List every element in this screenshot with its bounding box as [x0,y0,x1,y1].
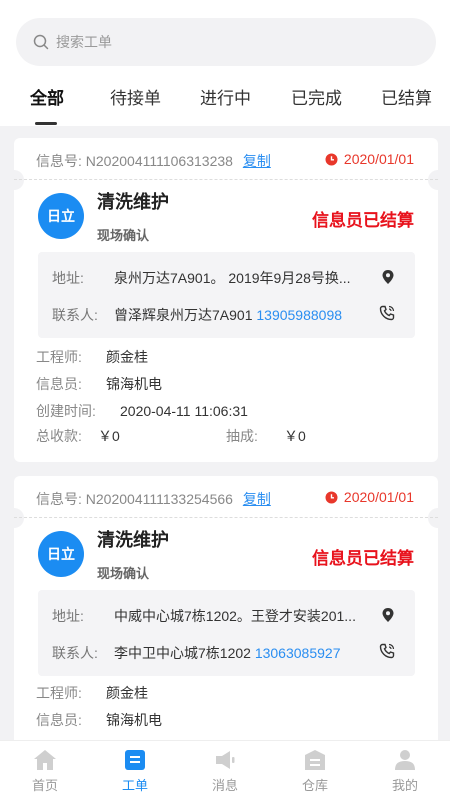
service-subtitle: 现场确认 [97,228,150,243]
address-value: 泉州万达7A901。 2019年9月28号换... [114,270,351,286]
warehouse-icon [305,750,325,770]
tabbar-label: 首页 [31,778,58,793]
tab-completed[interactable]: 已完成 [291,84,342,109]
status-badge: 信息员已结算 [312,211,414,230]
tabbar-label: 工单 [121,778,148,793]
total-label: 总收款: [36,428,82,444]
order-card[interactable]: 信息号: N202004111106313238 复制 2020/01/01 日… [4,138,448,462]
informant-value: 锦海机电 [106,376,162,392]
engineer-label: 工程师: [36,685,82,701]
search-placeholder: 搜索工单 [56,34,112,50]
tabbar-messages[interactable]: 消息 [180,741,270,800]
order-card[interactable]: 信息号: N202004111133254566 复制 2020/01/01 日… [4,476,448,766]
engineer-label: 工程师: [36,349,82,365]
phone-link[interactable]: 13063085927 [255,645,341,661]
clock-icon [325,491,338,503]
tabbar-warehouse[interactable]: 仓库 [270,741,360,800]
phone-icon[interactable] [379,305,395,321]
address-label: 地址: [52,270,84,286]
tabbar-profile[interactable]: 我的 [360,741,450,800]
commission-value: ￥0 [284,428,306,444]
home-icon [34,750,56,770]
contact-value: 李中卫中心城7栋1202 [114,645,251,661]
contact-label: 联系人: [52,645,98,661]
phone-link[interactable]: 13905988098 [256,307,342,323]
brand-logo: 日立 [38,531,84,577]
address-box: 地址: 泉州万达7A901。 2019年9月28号换... 联系人: 曾泽辉泉州万达… [38,252,415,338]
tab-settled[interactable]: 已结算 [381,84,432,109]
copy-button[interactable]: 复制 [243,491,271,507]
info-number-label: 信息号: [36,491,82,507]
informant-label: 信息员: [36,712,82,728]
service-subtitle: 现场确认 [97,566,150,581]
location-icon[interactable] [381,607,395,623]
search-icon [33,34,49,50]
service-title: 清洗维护 [97,192,169,212]
informant-label: 信息员: [36,376,82,392]
bottom-tab-bar: 首页 工单 消息 仓库 我的 [0,740,450,800]
informant-value: 锦海机电 [106,712,162,728]
search-input[interactable]: 搜索工单 [16,18,436,66]
work-order-icon [125,750,145,770]
order-card-header: 信息号: N202004111106313238 复制 2020/01/01 [14,138,438,180]
status-badge: 信息员已结算 [312,549,414,568]
total-value: ￥0 [98,428,120,444]
header: 搜索工单 全部 待接单 进行中 已完成 已结算 [0,0,450,126]
megaphone-icon [216,751,235,769]
user-icon [395,750,415,770]
phone-icon[interactable] [379,643,395,659]
tabbar-orders[interactable]: 工单 [90,741,180,800]
location-icon[interactable] [381,269,395,285]
order-card-header: 信息号: N202004111133254566 复制 2020/01/01 [14,476,438,518]
tabbar-label: 消息 [211,778,238,793]
info-number: N202004111106313238 [85,153,233,169]
order-date: 2020/01/01 [343,151,414,167]
tab-pending[interactable]: 待接单 [110,84,161,109]
address-value: 中威中心城7栋1202。王登才安装201... [114,608,356,624]
info-number: N202004111133254566 [85,491,233,507]
info-number-label: 信息号: [36,153,82,169]
tabbar-label: 我的 [391,778,418,793]
contact-label: 联系人: [52,307,98,323]
address-label: 地址: [52,608,84,624]
service-title: 清洗维护 [97,530,169,550]
tab-in-progress[interactable]: 进行中 [200,84,251,109]
status-tabs: 全部 待接单 进行中 已完成 已结算 [0,84,450,126]
tabbar-home[interactable]: 首页 [0,741,90,800]
tab-all[interactable]: 全部 [30,84,64,109]
engineer-value: 颜金桂 [106,685,148,701]
tabbar-label: 仓库 [301,778,328,793]
order-date: 2020/01/01 [343,489,414,505]
created-value: 2020-04-11 11:06:31 [120,403,248,419]
contact-value: 曾泽辉泉州万达7A901 [114,307,253,323]
created-label: 创建时间: [36,403,96,419]
active-tab-indicator [35,122,57,125]
engineer-value: 颜金桂 [106,349,148,365]
clock-icon [325,153,338,165]
copy-button[interactable]: 复制 [243,153,271,169]
brand-logo: 日立 [38,193,84,239]
commission-label: 抽成: [226,428,258,444]
address-box: 地址: 中威中心城7栋1202。王登才安装201... 联系人: 李中卫中心城7栋1… [38,590,415,676]
